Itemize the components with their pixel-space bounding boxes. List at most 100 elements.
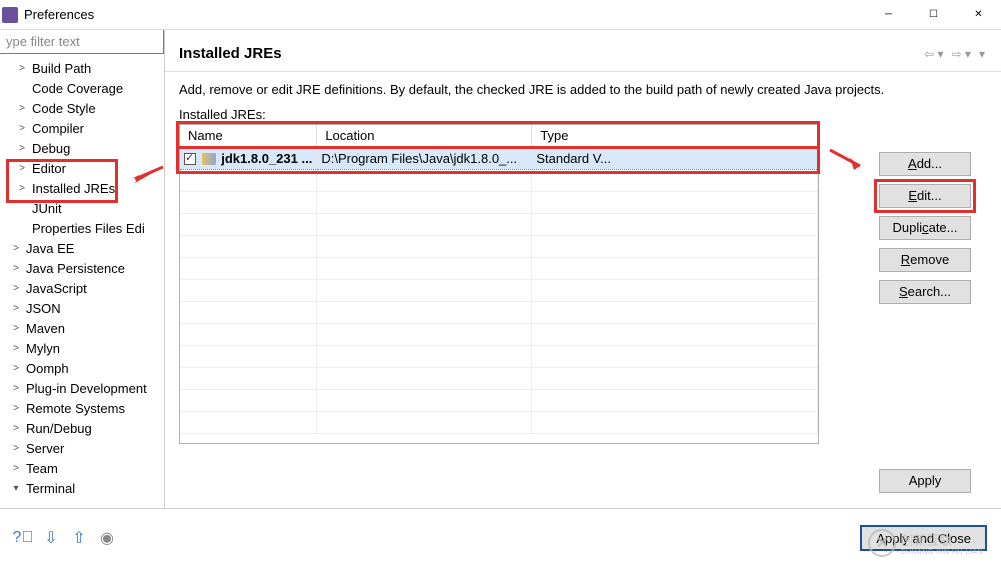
expand-arrow-icon[interactable]: > bbox=[8, 363, 24, 374]
page-description: Add, remove or edit JRE definitions. By … bbox=[165, 80, 1001, 107]
preferences-tree[interactable]: >Build PathCode Coverage>Code Style>Comp… bbox=[0, 54, 164, 508]
tree-item-label: Installed JREs bbox=[30, 181, 115, 196]
tree-item[interactable]: >Build Path bbox=[0, 58, 164, 78]
nav-menu-icon[interactable]: ▾ bbox=[977, 45, 987, 63]
tree-item-label: Compiler bbox=[30, 121, 84, 136]
tree-item-label: Editor bbox=[30, 161, 66, 176]
tree-item[interactable]: >Java Persistence bbox=[0, 258, 164, 278]
row-name: jdk1.8.0_231 ... bbox=[221, 151, 312, 166]
bottom-bar: ?⃝ ⇩ ⇧ ◉ Apply and Close bbox=[0, 508, 1001, 566]
section-label: Installed JREs: bbox=[165, 107, 1001, 124]
help-icons: ?⃝ ⇩ ⇧ ◉ bbox=[14, 529, 116, 547]
content-pane: Installed JREs ⇦ ▾ ⇨ ▾ ▾ Add, remove or … bbox=[165, 30, 1001, 508]
expand-arrow-icon[interactable]: > bbox=[8, 343, 24, 354]
jdk-icon bbox=[202, 153, 216, 165]
tree-item[interactable]: >Plug-in Development bbox=[0, 378, 164, 398]
tree-item[interactable]: >Installed JREs bbox=[0, 178, 164, 198]
nav-forward-icon[interactable]: ⇨ ▾ bbox=[950, 45, 973, 63]
expand-arrow-icon[interactable]: > bbox=[14, 123, 30, 134]
tree-item-label: JUnit bbox=[30, 201, 62, 216]
tree-item[interactable]: Code Coverage bbox=[0, 78, 164, 98]
help-icon[interactable]: ?⃝ bbox=[14, 529, 32, 547]
tree-item-label: Oomph bbox=[24, 361, 69, 376]
tree-item-label: Remote Systems bbox=[24, 401, 125, 416]
expand-arrow-icon[interactable]: > bbox=[8, 263, 24, 274]
tree-item-label: Code Coverage bbox=[30, 81, 123, 96]
expand-arrow-icon[interactable]: > bbox=[14, 163, 30, 174]
col-location[interactable]: Location bbox=[317, 125, 532, 147]
tree-item[interactable]: >Java EE bbox=[0, 238, 164, 258]
jre-table[interactable]: Name Location Type jdk1.8.0_231 ... D:\P… bbox=[179, 124, 819, 444]
maximize-button[interactable]: ☐ bbox=[911, 0, 956, 29]
nav-back-icon[interactable]: ⇦ ▾ bbox=[922, 45, 945, 63]
expand-arrow-icon[interactable]: > bbox=[8, 403, 24, 414]
app-icon bbox=[2, 7, 18, 23]
expand-arrow-icon[interactable]: > bbox=[8, 383, 24, 394]
tree-item[interactable]: >Server bbox=[0, 438, 164, 458]
tree-item[interactable]: >Oomph bbox=[0, 358, 164, 378]
row-location: D:\Program Files\Java\jdk1.8.0_... bbox=[317, 147, 532, 169]
table-row[interactable]: jdk1.8.0_231 ... D:\Program Files\Java\j… bbox=[180, 147, 818, 169]
minimize-button[interactable]: ─ bbox=[866, 0, 911, 29]
export-icon[interactable]: ⇧ bbox=[70, 529, 88, 547]
main-area: >Build PathCode Coverage>Code Style>Comp… bbox=[0, 30, 1001, 508]
tree-item[interactable]: >JSON bbox=[0, 298, 164, 318]
filter-input[interactable] bbox=[0, 30, 164, 54]
row-type: Standard V... bbox=[532, 147, 818, 169]
expand-arrow-icon[interactable]: > bbox=[8, 303, 24, 314]
tree-item-label: JSON bbox=[24, 301, 61, 316]
tree-item-label: Debug bbox=[30, 141, 70, 156]
add-button[interactable]: Add... bbox=[879, 152, 971, 176]
tree-item[interactable]: JUnit bbox=[0, 198, 164, 218]
watermark-sub: CHUANG XIN HU LIAN bbox=[900, 549, 983, 556]
checkbox-icon[interactable] bbox=[184, 153, 196, 165]
expand-arrow-icon[interactable]: > bbox=[8, 443, 24, 454]
expand-arrow-icon[interactable]: > bbox=[8, 243, 24, 254]
tree-item[interactable]: >Maven bbox=[0, 318, 164, 338]
tree-item[interactable]: >Compiler bbox=[0, 118, 164, 138]
tree-item[interactable]: >Code Style bbox=[0, 98, 164, 118]
tree-item[interactable]: >Mylyn bbox=[0, 338, 164, 358]
tree-item[interactable]: >Team bbox=[0, 458, 164, 478]
search-button[interactable]: Search... bbox=[879, 280, 971, 304]
button-column: Add... Edit... Duplicate... Remove Searc… bbox=[879, 152, 971, 304]
tree-item-label: Terminal bbox=[24, 481, 75, 496]
table-header-row: Name Location Type bbox=[180, 125, 818, 147]
tree-item-label: Server bbox=[24, 441, 64, 456]
tree-item-label: Plug-in Development bbox=[24, 381, 147, 396]
page-title: Installed JREs bbox=[179, 45, 918, 62]
expand-arrow-icon[interactable]: > bbox=[14, 103, 30, 114]
remove-button[interactable]: Remove bbox=[879, 248, 971, 272]
apply-button[interactable]: Apply bbox=[879, 469, 971, 493]
expand-arrow-icon[interactable]: > bbox=[8, 423, 24, 434]
tree-item[interactable]: >Remote Systems bbox=[0, 398, 164, 418]
close-button[interactable]: ✕ bbox=[956, 0, 1001, 29]
col-type[interactable]: Type bbox=[532, 125, 818, 147]
tree-item-label: Maven bbox=[24, 321, 65, 336]
import-icon[interactable]: ⇩ bbox=[42, 529, 60, 547]
expand-arrow-icon[interactable]: > bbox=[8, 463, 24, 474]
expand-arrow-icon[interactable]: > bbox=[8, 283, 24, 294]
tree-item[interactable]: >Editor bbox=[0, 158, 164, 178]
tree-item[interactable]: ▾Terminal bbox=[0, 478, 164, 498]
tree-item-label: Code Style bbox=[30, 101, 96, 116]
tree-item[interactable]: Properties Files Edi bbox=[0, 218, 164, 238]
content-header: Installed JREs ⇦ ▾ ⇨ ▾ ▾ bbox=[165, 30, 1001, 72]
tree-item[interactable]: >Debug bbox=[0, 138, 164, 158]
expand-arrow-icon[interactable]: > bbox=[8, 323, 24, 334]
jre-table-wrap: Name Location Type jdk1.8.0_231 ... D:\P… bbox=[179, 124, 987, 444]
tree-item-label: JavaScript bbox=[24, 281, 87, 296]
duplicate-button[interactable]: Duplicate... bbox=[879, 216, 971, 240]
expand-arrow-icon[interactable]: > bbox=[14, 183, 30, 194]
edit-button[interactable]: Edit... bbox=[879, 184, 971, 208]
col-name[interactable]: Name bbox=[180, 125, 317, 147]
expand-arrow-icon[interactable]: ▾ bbox=[8, 483, 24, 494]
expand-arrow-icon[interactable]: > bbox=[14, 143, 30, 154]
watermark-text: 创新互联 bbox=[900, 530, 983, 549]
expand-arrow-icon[interactable]: > bbox=[14, 63, 30, 74]
tree-item[interactable]: >Run/Debug bbox=[0, 418, 164, 438]
tree-item[interactable]: >JavaScript bbox=[0, 278, 164, 298]
record-icon[interactable]: ◉ bbox=[98, 529, 116, 547]
tree-item-label: Mylyn bbox=[24, 341, 60, 356]
watermark-icon: ✕ bbox=[868, 529, 896, 557]
